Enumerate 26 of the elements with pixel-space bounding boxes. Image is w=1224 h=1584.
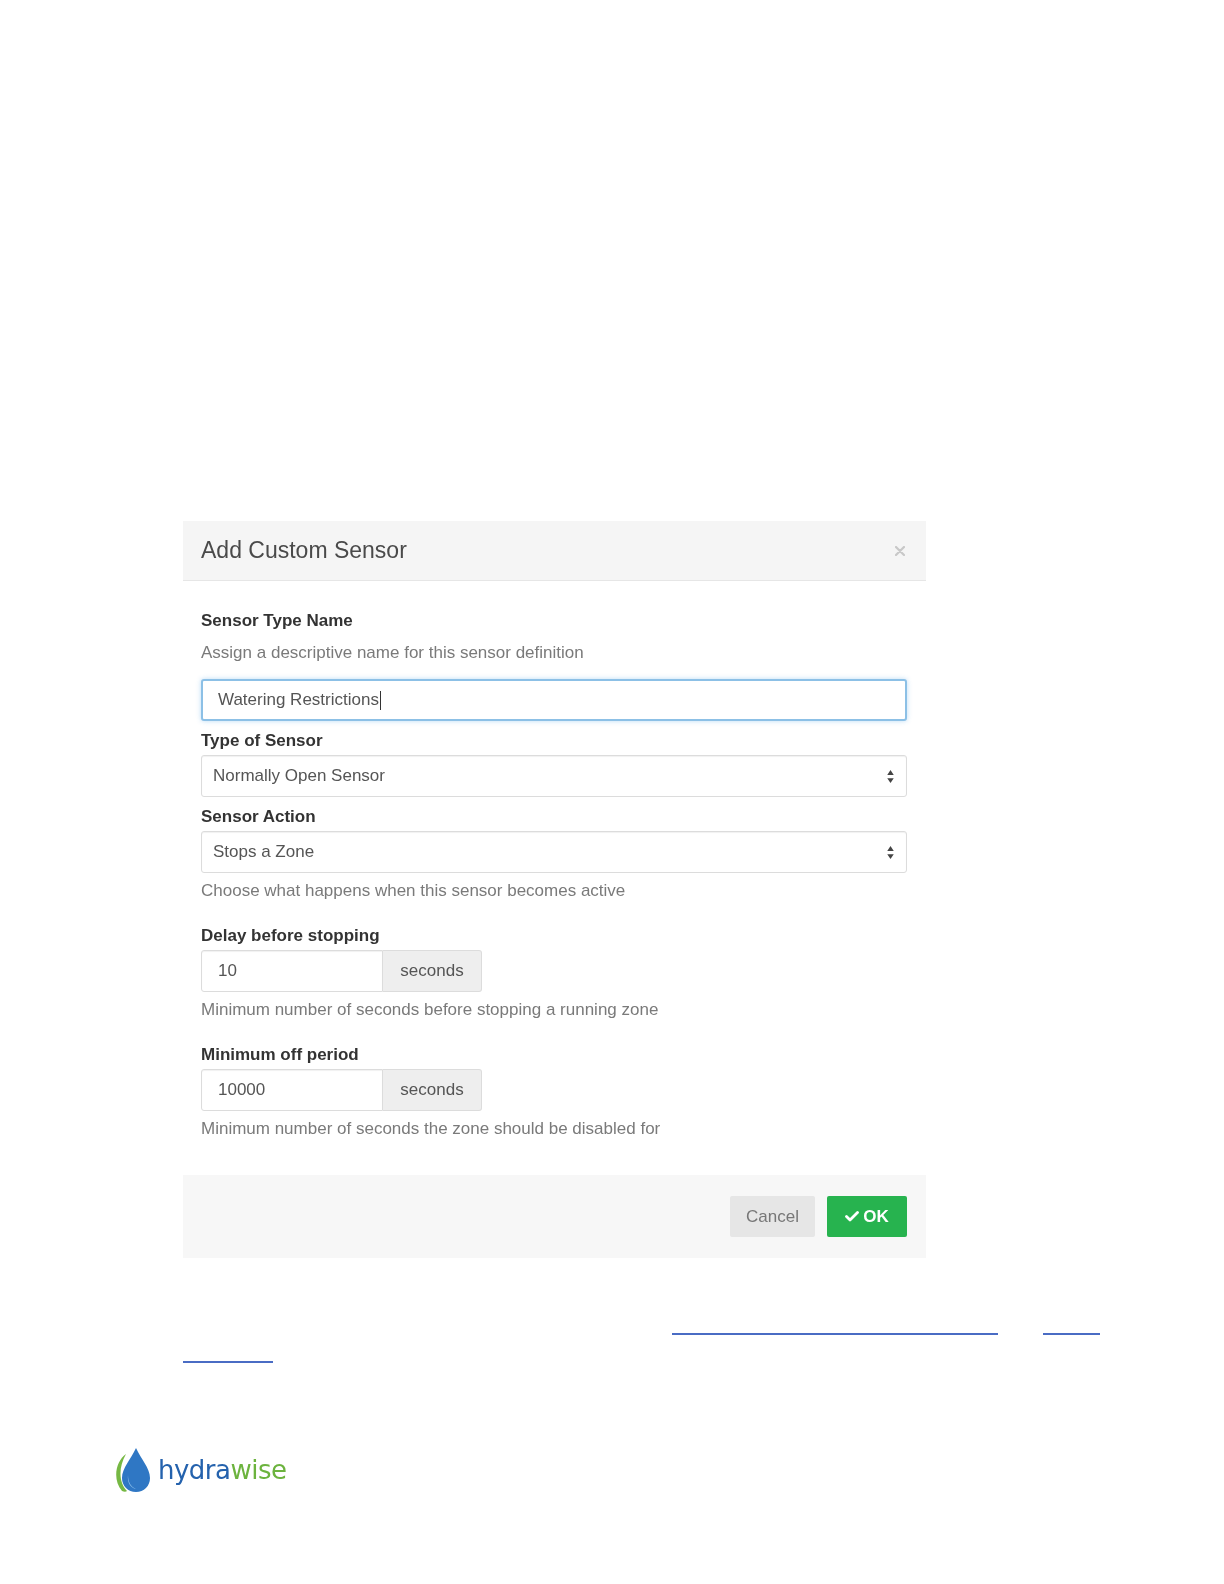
logo-wordmark: hydrawise: [158, 1455, 287, 1485]
field-label: Delay before stopping: [201, 926, 381, 946]
help-text: Choose what happens when this sensor becomes active: [201, 881, 627, 901]
close-icon[interactable]: [895, 545, 905, 556]
text-cursor-icon: [379, 690, 381, 710]
text-input-field[interactable]: Watering Restrictions: [201, 679, 907, 721]
field-label: Sensor Type Name: [201, 611, 354, 631]
help-text: Minimum number of seconds the zone should be disabled for: [201, 1119, 662, 1139]
number-input-field[interactable]: 10000: [201, 1069, 383, 1111]
unit-addon: seconds: [383, 1069, 482, 1111]
field-label: Minimum off period: [201, 1045, 360, 1065]
up-down-caret-icon: [887, 769, 894, 783]
number-input-field[interactable]: 10: [201, 950, 383, 992]
unit-addon: seconds: [383, 950, 482, 992]
field-label: Type of Sensor: [201, 731, 324, 751]
help-text: Minimum number of seconds before stopping a running zone: [201, 1000, 660, 1020]
cancel-button[interactable]: Cancel: [730, 1196, 815, 1237]
leaf-and-drop-logo-icon: [113, 1447, 151, 1493]
select-field[interactable]: Normally Open Sensor: [201, 755, 907, 797]
select-field[interactable]: Stops a Zone: [201, 831, 907, 873]
field-label: Sensor Action: [201, 807, 317, 827]
dialog-title: Add Custom Sensor: [201, 537, 407, 564]
help-text: Assign a descriptive name for this sensor definition: [201, 643, 585, 663]
link-underline: [1043, 1333, 1100, 1335]
up-down-caret-icon: [887, 845, 894, 859]
check-icon: [845, 1211, 860, 1222]
